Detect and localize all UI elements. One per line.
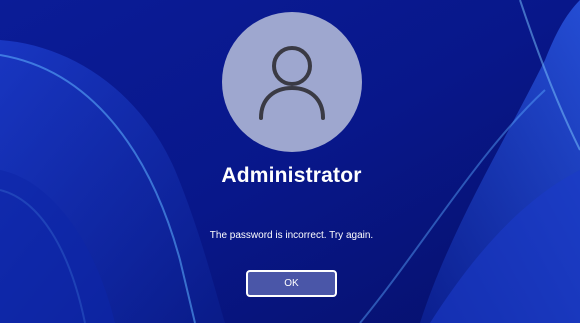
user-avatar [222,12,362,152]
error-message: The password is incorrect. Try again. [209,230,374,241]
user-avatar-icon [259,46,325,120]
ok-button[interactable]: OK [246,270,337,297]
account-username: Administrator [221,164,362,187]
